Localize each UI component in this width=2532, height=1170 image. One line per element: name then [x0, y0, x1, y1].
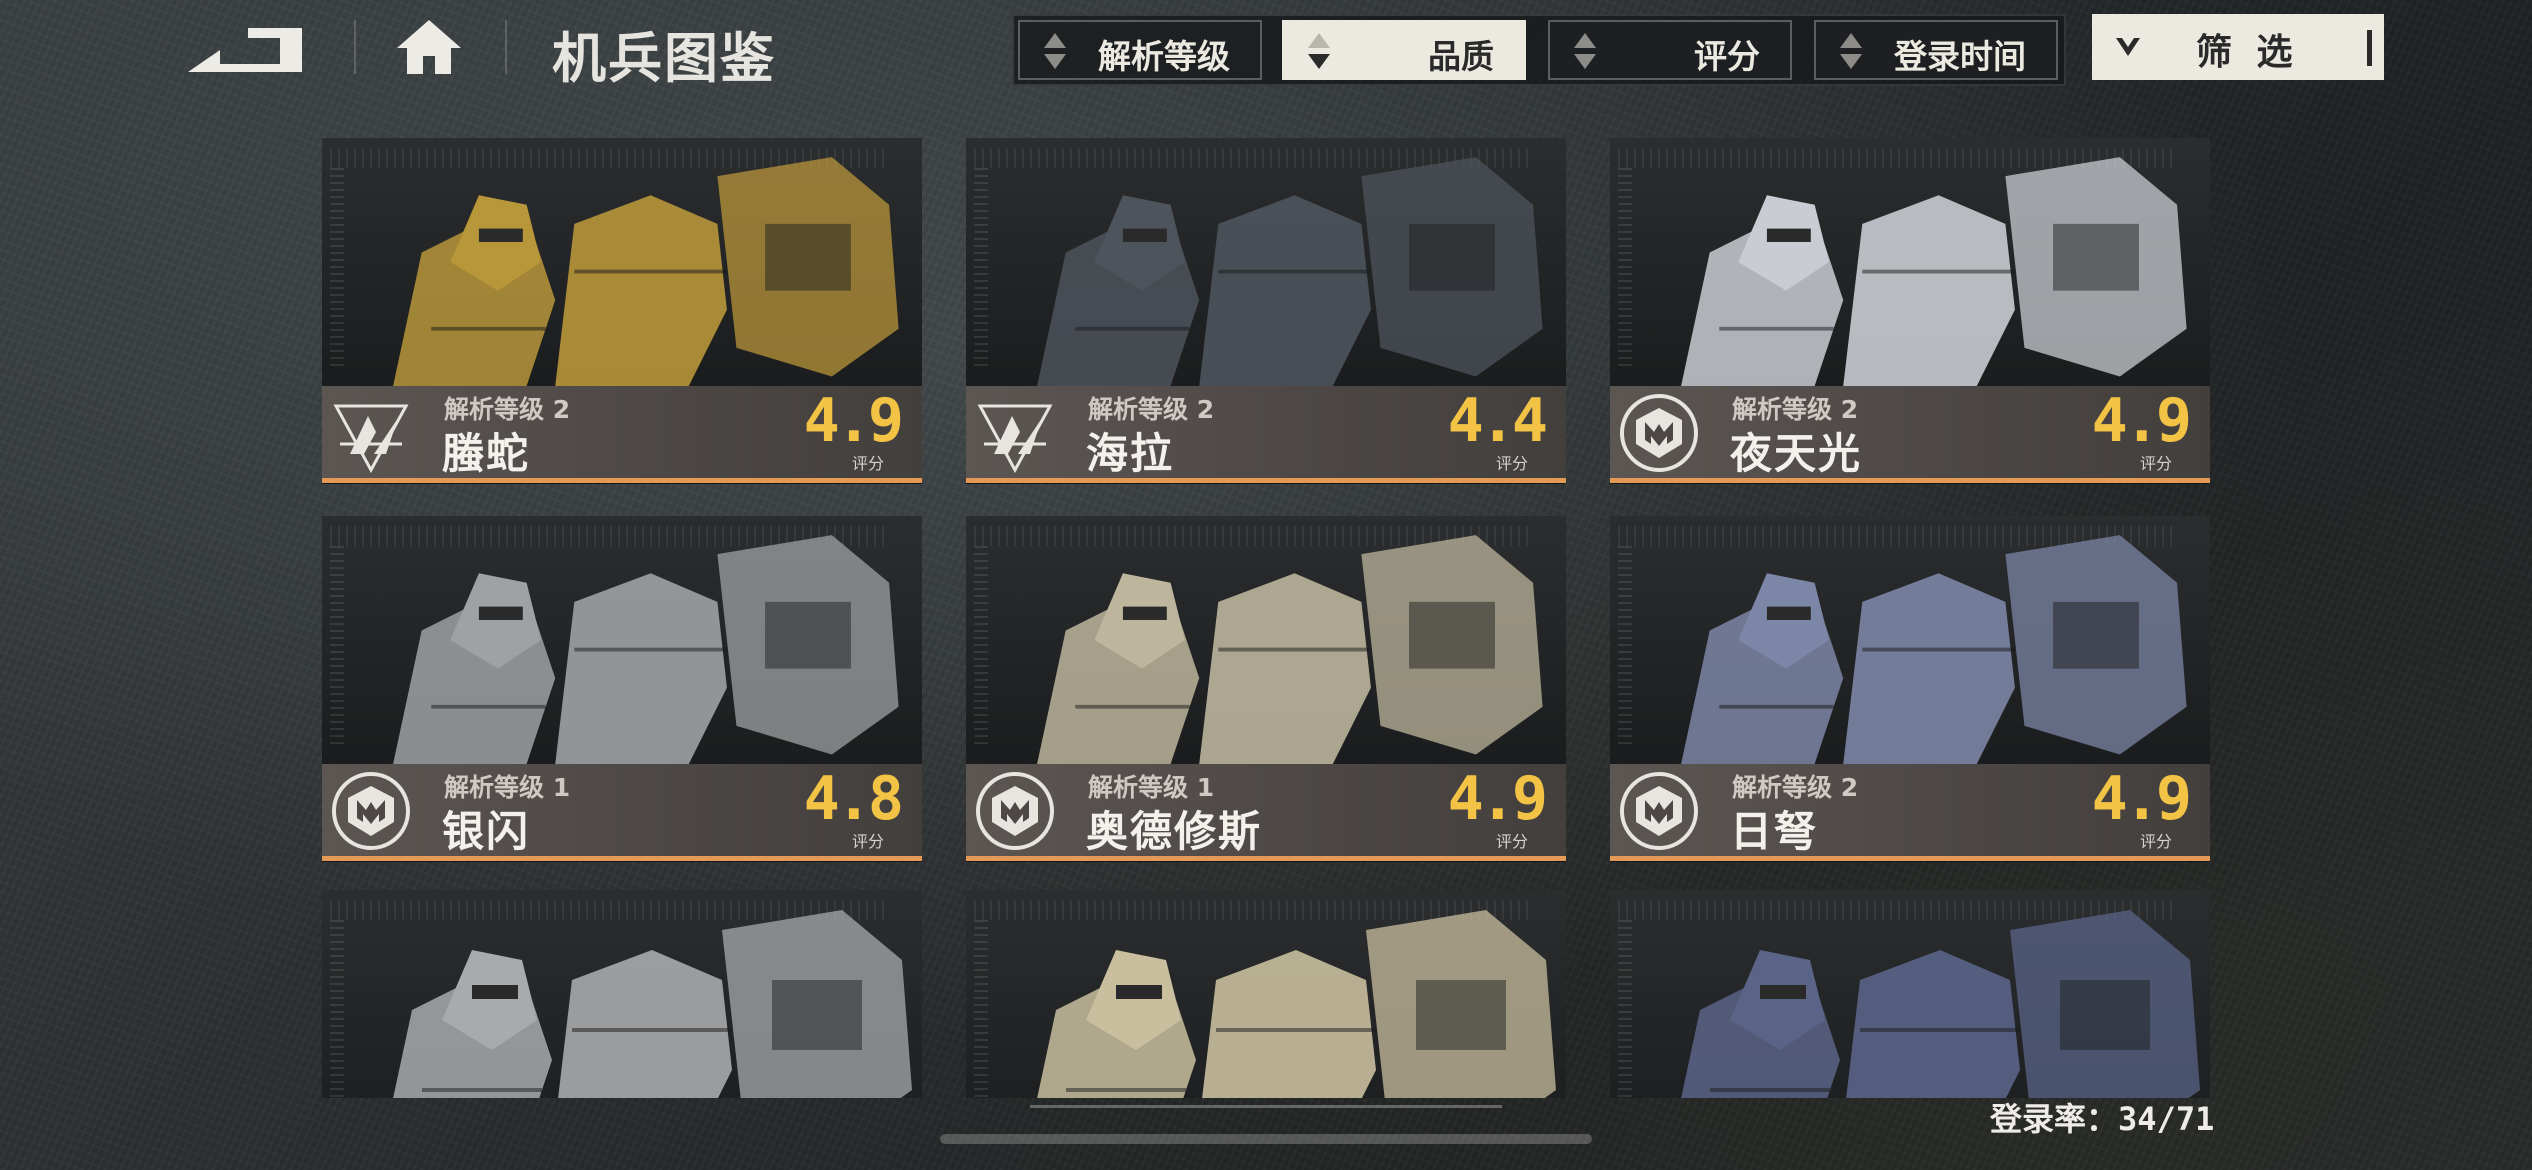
- mech-card[interactable]: 解析等级 2 夜天光 4.9 评分: [1610, 138, 2210, 484]
- sort-arrows-icon: [1044, 33, 1066, 69]
- mech-art: [1610, 516, 2210, 764]
- mech-info-bar: 解析等级 2 海拉 4.4 评分: [966, 386, 1566, 478]
- mech-art: [322, 890, 922, 1098]
- back-arrow-icon: [188, 28, 302, 72]
- filter-bar-mark: [2367, 30, 2372, 66]
- mech-score: 4.9: [2091, 764, 2192, 834]
- m-shield-icon: [330, 770, 412, 852]
- mech-grid[interactable]: 解析等级 2 螣蛇 4.9 评分 解析等级 2 海拉 4.4 评分 解析等级 2 夜天光 4.9 评分…: [322, 138, 2212, 1098]
- score-label: 评分: [1495, 832, 1528, 851]
- record-rate: 登录率：34/71: [1990, 1094, 2214, 1140]
- mech-art: [322, 516, 922, 764]
- mech-illustration: [1037, 157, 1543, 386]
- sort-arrows-icon: [1574, 33, 1596, 69]
- score-label: 评分: [2139, 832, 2172, 851]
- card-accent-line: [966, 478, 1566, 483]
- mech-card[interactable]: 解析等级 2 螣蛇 4.9 评分: [322, 138, 922, 484]
- mech-art: [966, 890, 1566, 1098]
- card-accent-line: [322, 856, 922, 861]
- mech-illustration: [393, 535, 899, 764]
- sort-label: 解析等级: [1098, 37, 1230, 76]
- score-label: 评分: [851, 454, 884, 473]
- mech-illustration: [393, 157, 899, 386]
- sort-bar: 解析等级 品质 评分 登录时间: [1012, 14, 2066, 86]
- mech-score: 4.9: [2091, 386, 2192, 456]
- record-rate-label: 登录率：: [1990, 1100, 2119, 1138]
- sort-score-button[interactable]: 评分: [1548, 20, 1792, 80]
- mech-art: [322, 138, 922, 386]
- mech-name: 海拉: [1086, 429, 1175, 478]
- mech-score: 4.9: [803, 386, 904, 456]
- mech-info-bar: 解析等级 2 日弩 4.9 评分: [1610, 764, 2210, 856]
- mech-name: 奥德修斯: [1086, 807, 1263, 856]
- page-title: 机兵图鉴: [552, 27, 776, 90]
- mech-card[interactable]: 解析等级 2 海拉 4.4 评分: [966, 138, 1566, 484]
- m-shield-icon: [1618, 392, 1700, 474]
- sort-login-time-button[interactable]: 登录时间: [1814, 20, 2058, 80]
- sort-analysis-level-button[interactable]: 解析等级: [1018, 20, 1262, 80]
- mech-art: [1610, 138, 2210, 386]
- card-accent-line: [966, 856, 1566, 861]
- delta-triangle-icon: [974, 392, 1056, 474]
- mech-card[interactable]: 解析等级 1 奥德修斯 4.9 评分: [966, 516, 1566, 862]
- back-button[interactable]: [180, 20, 310, 76]
- card-accent-line: [322, 478, 922, 483]
- mech-info-bar: 解析等级 2 螣蛇 4.9 评分: [322, 386, 922, 478]
- chevron-down-icon: [2116, 38, 2140, 56]
- mech-illustration: [1681, 910, 2200, 1098]
- mech-card[interactable]: [966, 890, 1566, 1098]
- score-label: 评分: [851, 832, 884, 851]
- card-accent-line: [1610, 856, 2210, 861]
- home-button[interactable]: [395, 16, 463, 78]
- scroll-indicator: [1030, 1105, 1502, 1108]
- mech-art: [1610, 890, 2210, 1098]
- sort-quality-button[interactable]: 品质: [1282, 20, 1526, 80]
- divider: [505, 20, 507, 74]
- score-label: 评分: [1495, 454, 1528, 473]
- mech-card[interactable]: [322, 890, 922, 1098]
- mech-card[interactable]: [1610, 890, 2210, 1098]
- m-shield-icon: [974, 770, 1056, 852]
- mech-score: 4.4: [1447, 386, 1548, 456]
- mech-illustration: [393, 910, 912, 1098]
- mech-info-bar: 解析等级 2 夜天光 4.9 评分: [1610, 386, 2210, 478]
- mech-card[interactable]: 解析等级 2 日弩 4.9 评分: [1610, 516, 2210, 862]
- sort-label: 评分: [1694, 37, 1760, 76]
- home-icon: [397, 20, 461, 74]
- home-indicator: [940, 1134, 1592, 1144]
- sort-label: 品质: [1428, 37, 1494, 76]
- card-accent-line: [1610, 478, 2210, 483]
- record-rate-value: 34/71: [2118, 1100, 2215, 1138]
- score-label: 评分: [2139, 454, 2172, 473]
- mech-card[interactable]: 解析等级 1 银闪 4.8 评分: [322, 516, 922, 862]
- divider: [354, 20, 356, 74]
- mech-name: 夜天光: [1730, 429, 1863, 478]
- mech-score: 4.9: [1447, 764, 1548, 834]
- filter-label: 筛 选: [2196, 32, 2299, 73]
- mech-illustration: [1681, 535, 2187, 764]
- filter-button[interactable]: 筛 选: [2092, 14, 2384, 80]
- mech-name: 日弩: [1730, 807, 1819, 856]
- mech-art: [966, 516, 1566, 764]
- mech-score: 4.8: [803, 764, 904, 834]
- m-shield-icon: [1618, 770, 1700, 852]
- mech-name: 螣蛇: [442, 429, 531, 478]
- top-bar: 机兵图鉴 解析等级 品质 评分 登录时间 筛 选: [0, 0, 2532, 100]
- mech-illustration: [1037, 910, 1556, 1098]
- sort-arrows-icon: [1840, 33, 1862, 69]
- sort-arrows-icon: [1308, 33, 1330, 69]
- mech-art: [966, 138, 1566, 386]
- delta-triangle-icon: [330, 392, 412, 474]
- mech-illustration: [1037, 535, 1543, 764]
- mech-name: 银闪: [442, 807, 531, 856]
- sort-label: 登录时间: [1894, 37, 2026, 76]
- mech-illustration: [1681, 157, 2187, 386]
- mech-info-bar: 解析等级 1 银闪 4.8 评分: [322, 764, 922, 856]
- mech-info-bar: 解析等级 1 奥德修斯 4.9 评分: [966, 764, 1566, 856]
